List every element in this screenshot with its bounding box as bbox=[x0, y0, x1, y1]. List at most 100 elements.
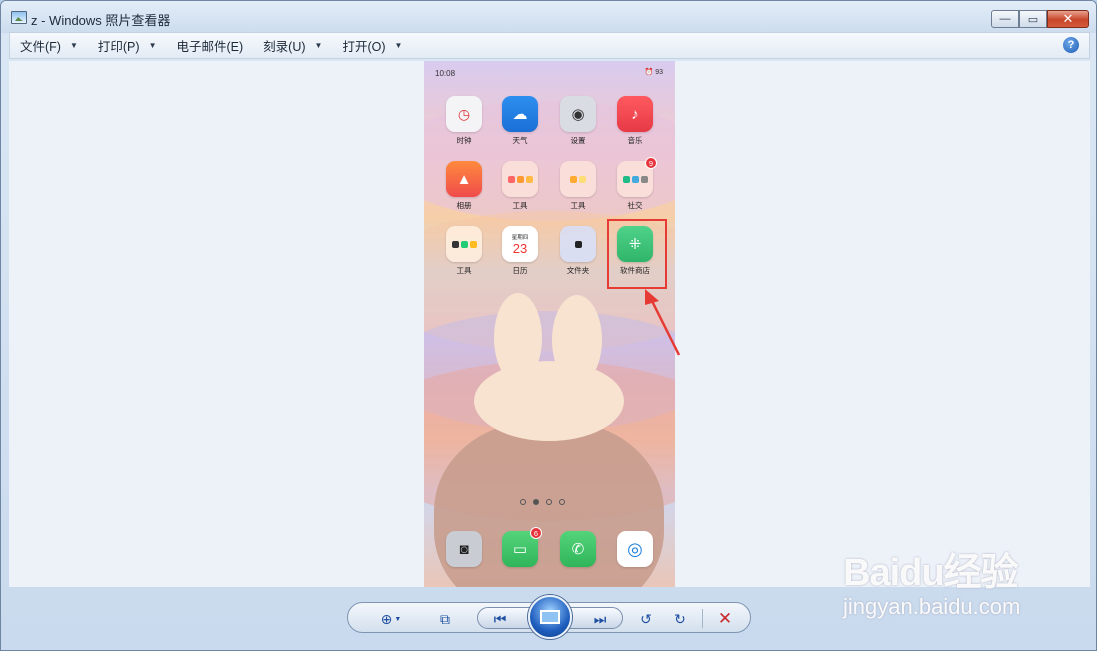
page-dot bbox=[520, 499, 526, 505]
app-label: 日历 bbox=[512, 266, 528, 275]
page-indicator bbox=[520, 499, 565, 505]
dock-phone[interactable]: ✆ bbox=[554, 531, 602, 567]
title-bar[interactable]: z - Windows 照片查看器 — ▭ ✕ bbox=[1, 1, 1096, 33]
page-dot bbox=[559, 499, 565, 505]
calendar-day: 23 bbox=[512, 240, 528, 256]
app-label: 音乐 bbox=[627, 136, 643, 145]
menu-open-label: 打开(O) bbox=[342, 40, 386, 54]
notification-badge: 9 bbox=[645, 157, 657, 169]
skip-previous-icon: ⏮ bbox=[493, 610, 507, 627]
watermark-logo: Baidu经验 bbox=[843, 552, 1019, 594]
page-dot-active bbox=[533, 499, 539, 505]
menu-burn[interactable]: 刻录(U) ▼ bbox=[253, 33, 332, 58]
folder-tools[interactable]: 工具 bbox=[440, 226, 488, 276]
menu-email-label: 电子邮件(E) bbox=[176, 40, 244, 54]
camera-icon: ◙ bbox=[446, 531, 482, 567]
status-indicators: ⏰ 93 bbox=[644, 69, 663, 76]
delete-button[interactable]: ✕ bbox=[714, 609, 736, 629]
app-label: 社交 bbox=[627, 201, 643, 210]
minimize-button[interactable]: — bbox=[991, 10, 1019, 28]
help-icon[interactable]: ? bbox=[1063, 37, 1079, 53]
notification-badge: 6 bbox=[530, 527, 542, 539]
app-label: 工具 bbox=[512, 201, 528, 210]
actual-size-button[interactable]: ⧉ bbox=[434, 609, 456, 629]
watermark-url: jingyan.baidu.com bbox=[843, 594, 1021, 619]
chevron-down-icon: ▼ bbox=[314, 41, 323, 50]
folder-tools[interactable]: 工具 bbox=[496, 161, 544, 211]
mountain-icon: ▲ bbox=[446, 161, 482, 197]
clock-icon: ◷ bbox=[446, 96, 482, 132]
app-clock[interactable]: ◷ 时钟 bbox=[440, 96, 488, 146]
music-note-icon: ♪ bbox=[617, 96, 653, 132]
close-button[interactable]: ✕ bbox=[1047, 10, 1089, 28]
app-label: 天气 bbox=[512, 136, 528, 145]
window-title: z - Windows 照片查看器 bbox=[31, 13, 171, 28]
slideshow-button[interactable] bbox=[528, 595, 572, 639]
bunny-illustration bbox=[474, 361, 624, 441]
folder-icon bbox=[560, 226, 596, 262]
chevron-down-icon: ▼ bbox=[148, 41, 157, 50]
slideshow-icon bbox=[540, 610, 560, 624]
dock-messages[interactable]: ▭ 6 bbox=[496, 527, 544, 567]
app-label: 设置 bbox=[570, 136, 586, 145]
folder-files[interactable]: 文件夹 bbox=[554, 226, 602, 276]
app-calendar[interactable]: 星期四 23 日历 bbox=[496, 226, 544, 276]
app-settings[interactable]: ◉ 设置 bbox=[554, 96, 602, 146]
menu-open[interactable]: 打开(O) ▼ bbox=[332, 33, 412, 58]
chevron-down-icon: ▼ bbox=[394, 615, 402, 623]
folder-icon bbox=[502, 161, 538, 197]
rotate-ccw-icon: ↺ bbox=[640, 610, 652, 627]
app-label: 工具 bbox=[456, 266, 472, 275]
highlight-box bbox=[607, 219, 667, 289]
folder-icon bbox=[560, 161, 596, 197]
folder-social[interactable]: 9 社交 bbox=[611, 157, 659, 211]
calendar-icon: 星期四 23 bbox=[502, 226, 538, 262]
skip-next-icon: ⏭ bbox=[593, 610, 607, 627]
menu-print[interactable]: 打印(P) ▼ bbox=[88, 33, 167, 58]
dock-camera[interactable]: ◙ bbox=[440, 531, 488, 567]
app-gallery[interactable]: ▲ 相册 bbox=[440, 161, 488, 211]
rotate-cw-icon: ↻ bbox=[674, 610, 686, 627]
chevron-down-icon: ▼ bbox=[69, 41, 78, 50]
menu-bar: 文件(F) ▼ 打印(P) ▼ 电子邮件(E) 刻录(U) ▼ 打开(O) ▼ ? bbox=[9, 32, 1090, 59]
toolbar-divider bbox=[702, 609, 703, 628]
folder-icon bbox=[446, 226, 482, 262]
app-weather[interactable]: ☁ 天气 bbox=[496, 96, 544, 146]
chevron-down-icon: ▼ bbox=[394, 41, 403, 50]
annotation-arrow bbox=[645, 289, 681, 356]
rotate-left-button[interactable]: ↺ bbox=[636, 609, 656, 629]
message-bubble-icon: ▭ 6 bbox=[502, 527, 542, 567]
page-dot bbox=[546, 499, 552, 505]
previous-button[interactable]: ⏮ bbox=[490, 609, 510, 629]
calendar-weekday: 星期四 bbox=[511, 234, 529, 241]
status-time: 10:08 bbox=[435, 69, 456, 78]
image-viewport: 10:08 ⏰ 93 ◷ 时钟 ☁ 天气 ◉ 设置 ♪ 音乐 ▲ 相册 工具 工… bbox=[9, 61, 1090, 587]
folder-tools[interactable]: 工具 bbox=[554, 161, 602, 211]
rotate-right-button[interactable]: ↻ bbox=[670, 609, 690, 629]
baidu-watermark: Baidu经验 jingyan.baidu.com bbox=[843, 541, 1043, 631]
photo-viewer-app-icon bbox=[11, 11, 27, 24]
phone-handset-icon: ✆ bbox=[560, 531, 596, 567]
next-button[interactable]: ⏭ bbox=[590, 609, 610, 629]
menu-email[interactable]: 电子邮件(E) bbox=[166, 33, 253, 58]
app-label: 相册 bbox=[456, 201, 472, 210]
app-label: 时钟 bbox=[456, 136, 472, 145]
menu-file[interactable]: 文件(F) ▼ bbox=[10, 33, 88, 58]
menu-file-label: 文件(F) bbox=[20, 40, 61, 54]
zoom-button[interactable]: ⊕ ▼ bbox=[376, 609, 406, 629]
browser-icon: ◎ bbox=[617, 531, 653, 567]
app-label: 工具 bbox=[570, 201, 586, 210]
app-label: 文件夹 bbox=[566, 266, 590, 275]
viewer-toolbar: ⊕ ▼ ⧉ ⏮ ⏭ ↺ ↻ ✕ bbox=[347, 595, 751, 639]
maximize-button[interactable]: ▭ bbox=[1019, 10, 1047, 28]
app-music[interactable]: ♪ 音乐 bbox=[611, 96, 659, 146]
dock-browser[interactable]: ◎ bbox=[611, 531, 659, 567]
magnifier-icon: ⊕ bbox=[380, 610, 393, 627]
weather-icon: ☁ bbox=[502, 96, 538, 132]
fit-window-icon: ⧉ bbox=[440, 610, 450, 627]
folder-icon: 9 bbox=[617, 157, 657, 197]
photo-viewer-window: z - Windows 照片查看器 — ▭ ✕ 文件(F) ▼ 打印(P) ▼ 电子… bbox=[0, 0, 1097, 651]
menu-print-label: 打印(P) bbox=[97, 40, 140, 54]
gear-icon: ◉ bbox=[560, 96, 596, 132]
close-icon: ✕ bbox=[717, 609, 733, 628]
